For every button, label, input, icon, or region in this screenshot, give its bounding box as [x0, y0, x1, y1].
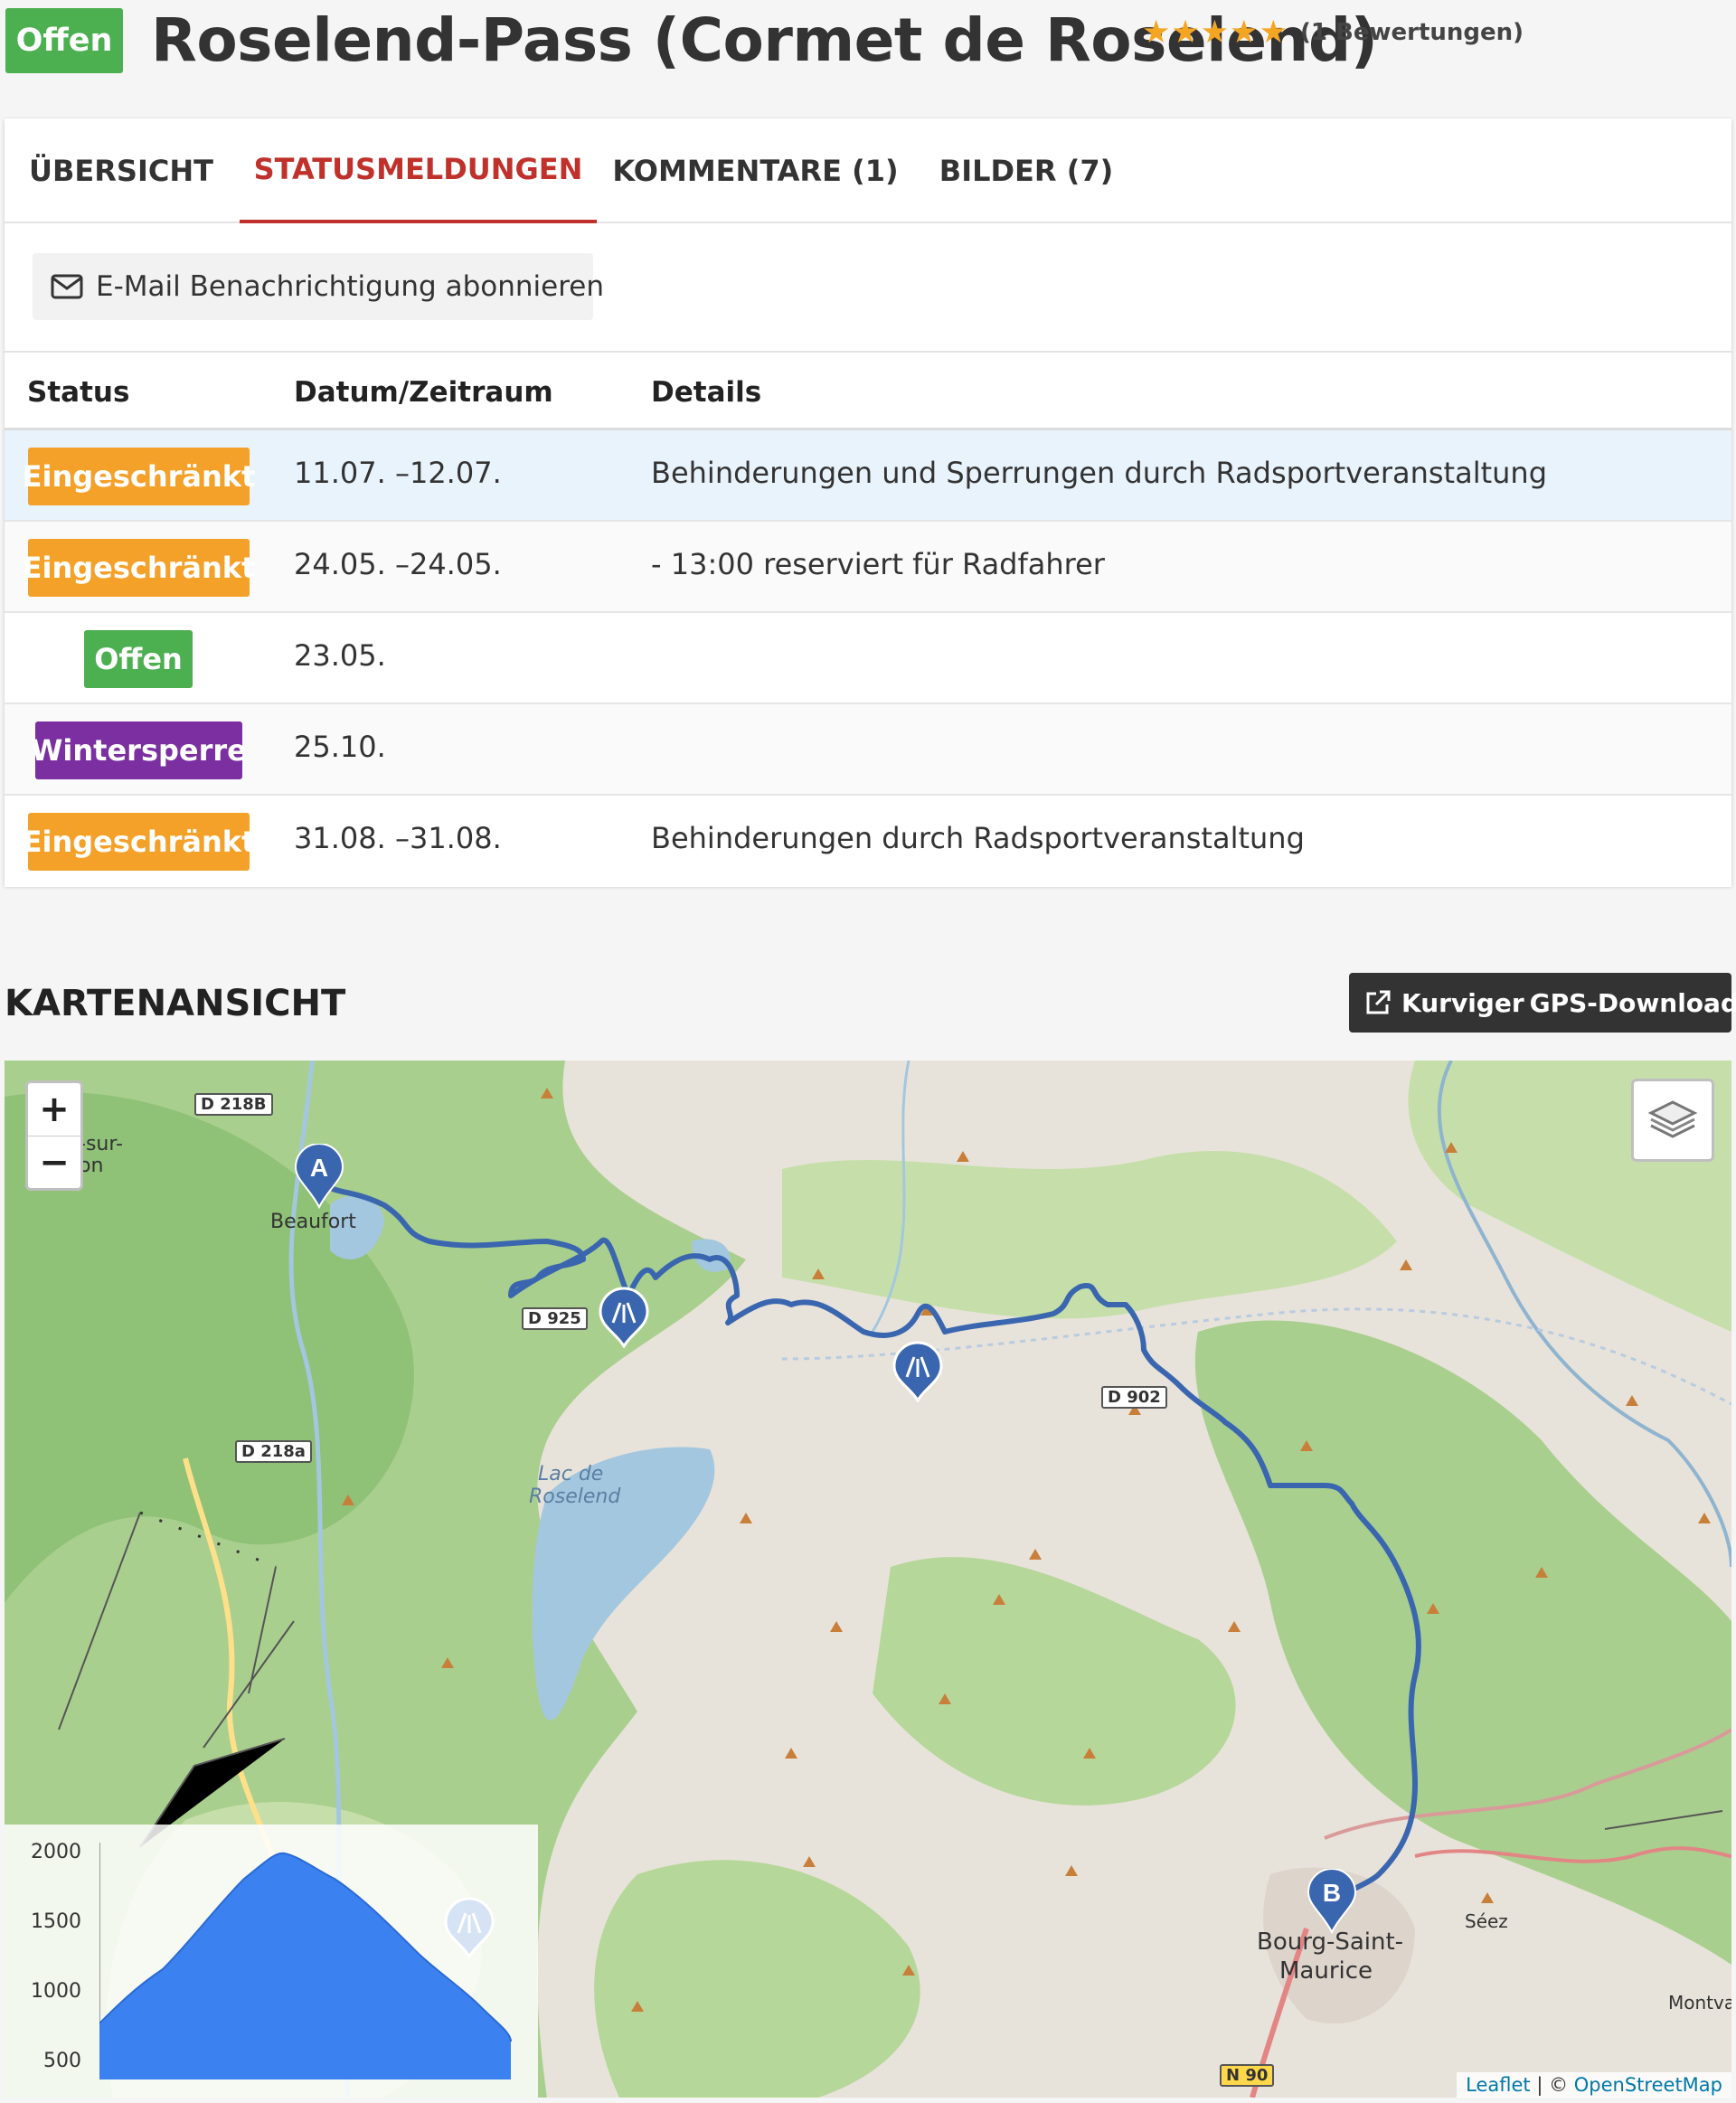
star-icon[interactable]: ★: [1201, 14, 1229, 51]
leaflet-link[interactable]: Leaflet: [1466, 2074, 1531, 2096]
star-icon[interactable]: ★: [1260, 14, 1288, 51]
subscribe-label: E-Mail Benachrichtigung abonnieren: [96, 270, 604, 303]
rating-count: (1 Bewertungen): [1300, 19, 1524, 46]
status-badge: Eingeschränkt: [23, 539, 255, 597]
date-cell: 23.05.: [294, 638, 386, 673]
subscribe-email-button[interactable]: E-Mail Benachrichtigung abonnieren: [33, 253, 604, 320]
col-status: Status: [27, 376, 130, 409]
kurviger-label: Kurviger: [1401, 987, 1524, 1018]
map-button-group: Kurviger GPS-Download: [1349, 973, 1736, 1033]
map-label: -sur-: [79, 1133, 123, 1155]
status-card: ÜBERSICHT STATUSMELDUNGEN KOMMENTARE (1)…: [5, 118, 1731, 887]
map-label: Roselend: [529, 1485, 621, 1508]
elevation-chart: [99, 1843, 512, 2079]
map-label: Lac de: [538, 1463, 604, 1485]
tab-bar: ÜBERSICHT STATUSMELDUNGEN KOMMENTARE (1)…: [5, 118, 1731, 223]
table-row: Eingeschränkt 11.07. –12.07. Behinderung…: [5, 430, 1731, 522]
col-details: Details: [651, 376, 762, 409]
pass-marker-icon[interactable]: [891, 1341, 945, 1402]
rating-stars[interactable]: ★ ★ ★ ★ ★: [1142, 14, 1288, 51]
openstreetmap-link[interactable]: OpenStreetMap: [1574, 2074, 1722, 2096]
details-cell: - 13:00 reserviert für Radfahrer: [651, 547, 1105, 581]
zoom-control: + −: [25, 1080, 83, 1191]
elevation-tick: 1000: [31, 1980, 81, 2003]
table-header: Status Datum/Zeitraum Details: [5, 351, 1731, 430]
table-row: Eingeschränkt 31.08. –31.08. Behinderung…: [5, 796, 1731, 887]
attribution-separator: | ©: [1530, 2074, 1574, 2096]
map-section-title: KARTENANSICHT: [5, 983, 346, 1024]
start-marker[interactable]: A: [294, 1144, 344, 1209]
kurviger-button[interactable]: Kurviger: [1349, 973, 1524, 1033]
tab-uebersicht[interactable]: ÜBERSICHT: [5, 118, 238, 223]
elevation-tick: 500: [43, 2050, 81, 2072]
road-tag: D 218B: [194, 1093, 273, 1116]
layers-icon: [1647, 1100, 1698, 1138]
gps-download-button[interactable]: GPS-Download: [1524, 973, 1736, 1033]
road-tag: N 90: [1220, 2064, 1275, 2087]
elevation-profile[interactable]: 2000 1500 1000 500: [5, 1825, 538, 2098]
status-badge: Offen: [84, 630, 193, 688]
zoom-in-button[interactable]: +: [28, 1083, 80, 1136]
road-tag: D 925: [522, 1307, 588, 1330]
table-row: Eingeschränkt 24.05. –24.05. - 13:00 res…: [5, 522, 1731, 613]
date-cell: 11.07. –12.07.: [294, 456, 502, 490]
map-label: Beaufort: [270, 1211, 356, 1233]
envelope-icon: [51, 274, 83, 299]
star-icon[interactable]: ★: [1230, 14, 1258, 51]
road-tag: D 218a: [235, 1440, 312, 1463]
pass-marker-icon: [444, 1897, 495, 1958]
start-marker-label: A: [310, 1154, 328, 1182]
tab-kommentare[interactable]: KOMMENTARE (1): [612, 118, 898, 223]
elevation-tick: 2000: [31, 1841, 81, 1863]
status-badge: Eingeschränkt: [23, 448, 255, 505]
date-cell: 25.10.: [294, 730, 386, 764]
tab-bilder[interactable]: BILDER (7): [927, 118, 1126, 223]
external-link-icon: [1366, 990, 1391, 1014]
end-marker-label: B: [1323, 1879, 1341, 1907]
road-tag: D 902: [1101, 1386, 1167, 1409]
col-date: Datum/Zeitraum: [294, 376, 553, 409]
pass-marker-icon[interactable]: [597, 1287, 651, 1348]
gps-download-label: GPS-Download: [1529, 987, 1736, 1018]
layers-button[interactable]: [1631, 1079, 1714, 1162]
map-label: Maurice: [1279, 1957, 1373, 1985]
map-view[interactable]: D 218B D 925 D 218a D 902 N 90 Beaufort …: [5, 1061, 1731, 2098]
date-cell: 31.08. –31.08.: [294, 821, 502, 855]
status-badge: Wintersperre: [31, 721, 247, 779]
star-icon[interactable]: ★: [1142, 14, 1170, 51]
zoom-out-button[interactable]: −: [28, 1136, 80, 1188]
map-label: Séez: [1465, 1910, 1508, 1932]
table-row: Wintersperre 25.10.: [5, 704, 1731, 796]
details-cell: Behinderungen durch Radsportveranstaltun…: [651, 821, 1305, 855]
star-icon[interactable]: ★: [1171, 14, 1199, 51]
date-cell: 24.05. –24.05.: [294, 547, 502, 581]
tab-statusmeldungen[interactable]: STATUSMELDUNGEN: [240, 118, 597, 223]
map-attribution: Leaflet | © OpenStreetMap: [1457, 2072, 1731, 2098]
page-header: Offen Roselend-Pass (Cormet de Roselend)…: [0, 0, 1736, 90]
status-badge: Eingeschränkt: [23, 813, 255, 871]
map-label: Montval: [1668, 1992, 1731, 2013]
status-badge: Offen: [5, 8, 123, 73]
details-cell: Behinderungen und Sperrungen durch Radsp…: [651, 456, 1548, 490]
table-row: Offen 23.05.: [5, 613, 1731, 704]
elevation-tick: 1500: [31, 1910, 81, 1933]
end-marker[interactable]: B: [1307, 1869, 1357, 1934]
